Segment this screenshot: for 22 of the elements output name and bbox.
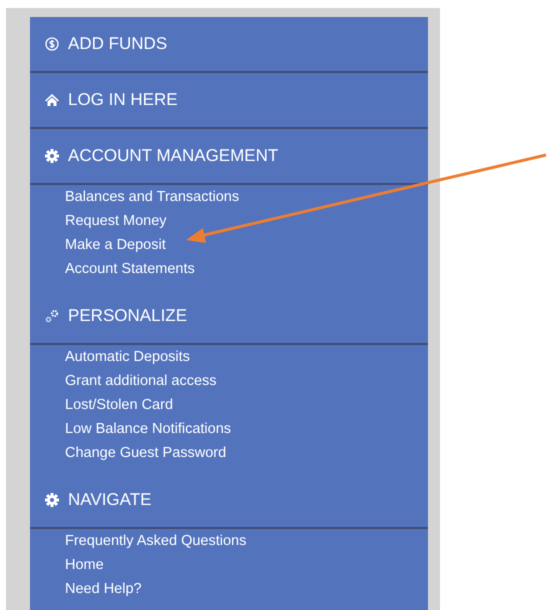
- submenu-link[interactable]: Frequently Asked Questions: [30, 529, 428, 553]
- submenu-link[interactable]: Automatic Deposits: [30, 345, 428, 369]
- submenu-link[interactable]: Change Guest Password: [30, 441, 428, 465]
- submenu-link[interactable]: Home: [30, 553, 428, 577]
- home-icon: [45, 93, 59, 107]
- submenu-link[interactable]: Need Help?: [30, 577, 428, 601]
- submenu-link[interactable]: Grant additional access: [30, 369, 428, 393]
- menu-header-link[interactable]: NAVIGATE: [68, 487, 152, 513]
- gear-icon: [45, 149, 59, 163]
- submenu-link[interactable]: Request Money: [30, 209, 428, 233]
- menu-header-link[interactable]: ADD FUNDS: [68, 31, 168, 57]
- menu-header-link[interactable]: LOG IN HERE: [68, 87, 178, 113]
- submenu-link[interactable]: Lost/Stolen Card: [30, 393, 428, 417]
- submenu-link[interactable]: Account Statements: [30, 257, 428, 281]
- gear-icon: [45, 493, 59, 507]
- submenu-link[interactable]: Make a Deposit: [30, 233, 428, 257]
- submenu-link[interactable]: Balances and Transactions: [30, 185, 428, 209]
- submenu-link[interactable]: Low Balance Notifications: [30, 417, 428, 441]
- menu-header-link[interactable]: ACCOUNT MANAGEMENT: [68, 143, 278, 169]
- dollar-icon: [45, 37, 59, 51]
- menu-header-link[interactable]: PERSONALIZE: [68, 303, 188, 329]
- gears-icon: [45, 309, 59, 323]
